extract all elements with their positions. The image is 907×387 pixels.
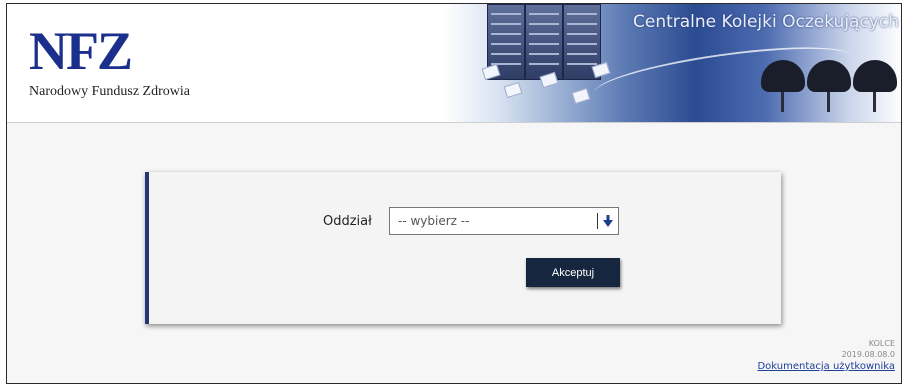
user-docs-link[interactable]: Dokumentacja użytkownika [757, 360, 895, 374]
server-graphic [525, 4, 563, 80]
chair-graphic [853, 60, 897, 112]
arrow-down-icon [603, 215, 613, 227]
oddzial-select-value: -- wybierz -- [398, 214, 470, 228]
app-name: KOLCE [868, 339, 895, 348]
header-banner: Centralne Kolejki Oczekujących [443, 4, 901, 122]
app-window: NFZ Narodowy Fundusz Zdrowia Centralne K… [6, 3, 902, 384]
paper-graphic [503, 81, 523, 99]
selection-panel: Oddział -- wybierz -- Akceptuj [145, 172, 781, 324]
oddzial-select[interactable]: -- wybierz -- [389, 207, 619, 235]
select-separator [597, 213, 598, 229]
paper-graphic [571, 87, 591, 105]
nfz-logo: NFZ Narodowy Fundusz Zdrowia [29, 24, 190, 100]
banner-title: Centralne Kolejki Oczekujących [633, 12, 899, 32]
logo-mark: NFZ [29, 21, 133, 81]
header: NFZ Narodowy Fundusz Zdrowia Centralne K… [7, 4, 901, 123]
accept-button[interactable]: Akceptuj [526, 258, 620, 287]
footer: KOLCE 2019.08.08.0 Dokumentacja użytkown… [757, 338, 895, 374]
app-version: 2019.08.08.0 [841, 350, 895, 359]
oddzial-label: Oddział [323, 214, 372, 229]
logo-subtitle: Narodowy Fundusz Zdrowia [29, 84, 190, 99]
